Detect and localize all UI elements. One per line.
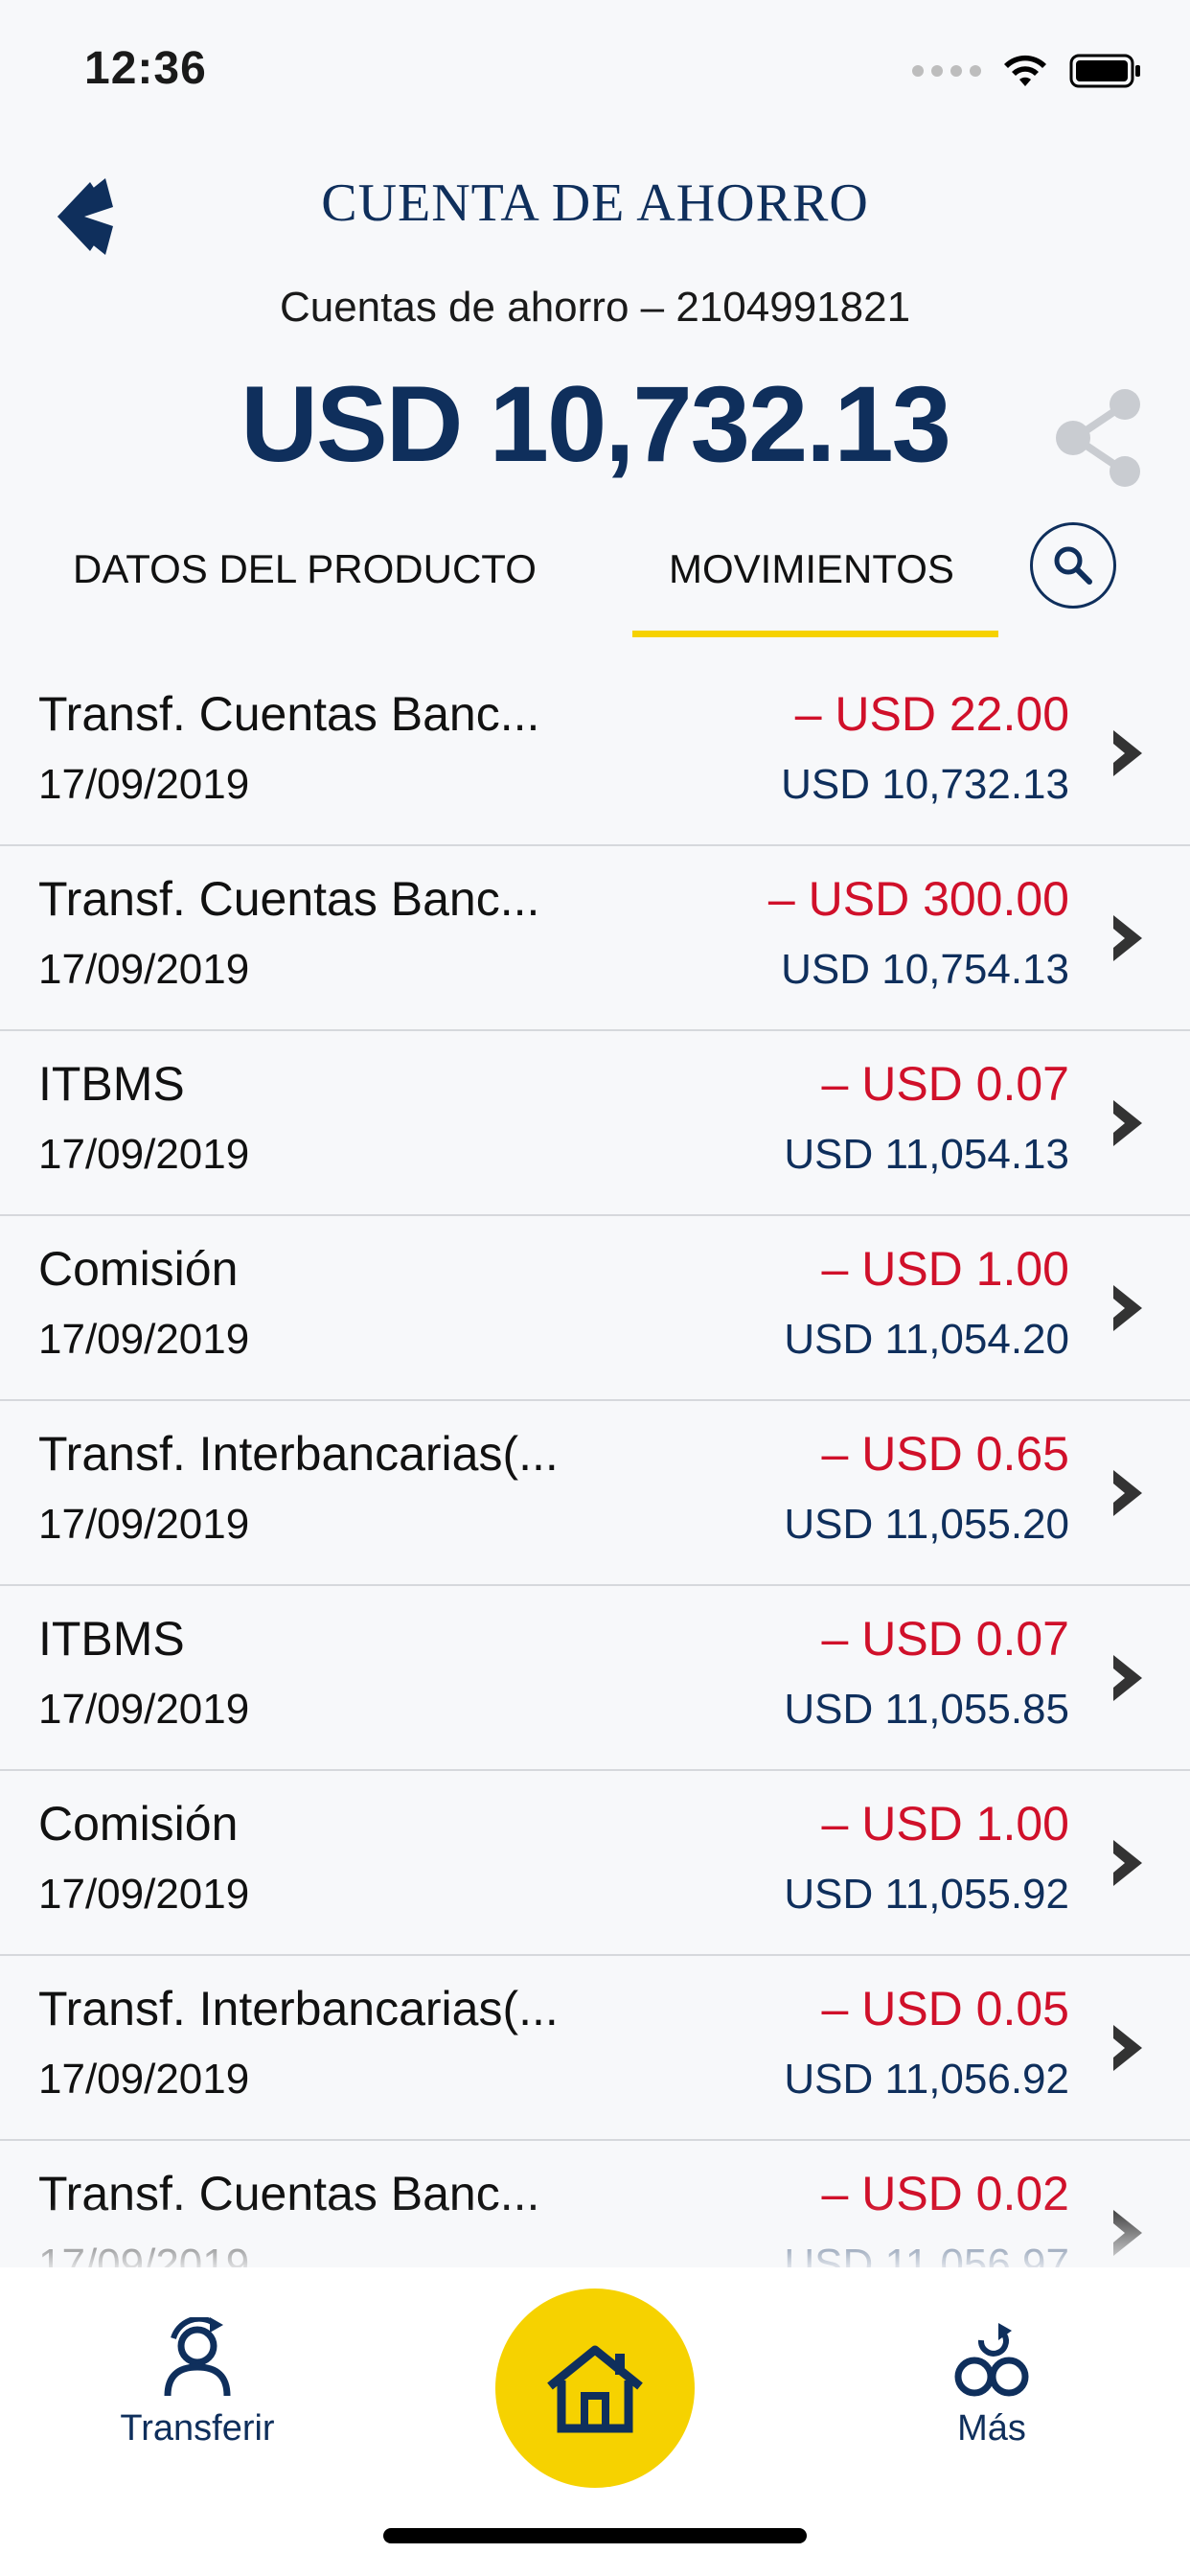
- movement-row[interactable]: Transf. Interbancarias(... 17/09/2019 – …: [0, 1956, 1190, 2141]
- signal-icon: [912, 65, 981, 77]
- chevron-right-icon: [1113, 1100, 1142, 1146]
- chevron-right-icon: [1113, 1470, 1142, 1516]
- chevron-right-icon: [1113, 915, 1142, 961]
- more-icon: [954, 2323, 1029, 2397]
- movement-amount: – USD 22.00: [794, 687, 1069, 741]
- movement-row[interactable]: Transf. Interbancarias(... 17/09/2019 – …: [0, 1401, 1190, 1586]
- chevron-right-icon: [1113, 730, 1142, 776]
- tab-bar: DATOS DEL PRODUCTO MOVIMIENTOS: [0, 498, 1190, 638]
- movement-description: Transf. Cuentas Banc...: [38, 872, 540, 926]
- movement-balance: USD 11,056.97: [784, 2241, 1069, 2267]
- movement-amount: – USD 0.65: [821, 1427, 1069, 1481]
- status-bar: 12:36: [0, 0, 1190, 144]
- movement-amount: – USD 0.07: [821, 1057, 1069, 1111]
- transfer-user-icon: [164, 2315, 231, 2397]
- movement-description: Transf. Cuentas Banc...: [38, 2167, 540, 2220]
- movement-date: 17/09/2019: [38, 2056, 250, 2103]
- nav-transferir[interactable]: Transferir: [82, 2315, 312, 2450]
- movement-row[interactable]: ITBMS 17/09/2019 – USD 0.07 USD 11,054.1…: [0, 1031, 1190, 1216]
- tab-datos-del-producto[interactable]: DATOS DEL PRODUCTO: [73, 546, 537, 592]
- movement-description: Comisión: [38, 1242, 239, 1296]
- movement-balance: USD 11,054.20: [784, 1316, 1069, 1363]
- movement-date: 17/09/2019: [38, 761, 250, 808]
- active-tab-indicator: [632, 631, 998, 637]
- movement-description: ITBMS: [38, 1612, 185, 1666]
- movement-row[interactable]: Transf. Cuentas Banc... 17/09/2019 – USD…: [0, 846, 1190, 1031]
- movement-balance: USD 11,054.13: [784, 1131, 1069, 1178]
- chevron-right-icon: [1113, 2210, 1142, 2256]
- movement-amount: – USD 1.00: [821, 1797, 1069, 1851]
- movement-date: 17/09/2019: [38, 2241, 250, 2267]
- home-indicator: [383, 2528, 807, 2543]
- movement-balance: USD 11,055.20: [784, 1501, 1069, 1548]
- movement-balance: USD 11,055.85: [784, 1686, 1069, 1733]
- chevron-right-icon: [1113, 1840, 1142, 1886]
- movement-date: 17/09/2019: [38, 946, 250, 993]
- chevron-right-icon: [1113, 1285, 1142, 1331]
- account-subtitle: Cuentas de ahorro – 2104991821: [279, 284, 911, 331]
- movement-date: 17/09/2019: [38, 1316, 250, 1363]
- chevron-right-icon: [1113, 2025, 1142, 2071]
- movement-description: Comisión: [38, 1797, 239, 1851]
- movement-row[interactable]: Comisión 17/09/2019 – USD 1.00 USD 11,05…: [0, 1771, 1190, 1956]
- wifi-icon: [1004, 55, 1046, 86]
- status-icons: [912, 54, 1142, 88]
- chevron-right-icon: [1113, 1655, 1142, 1701]
- movement-balance: USD 11,056.92: [784, 2056, 1069, 2103]
- movement-date: 17/09/2019: [38, 1501, 250, 1548]
- movement-date: 17/09/2019: [38, 1131, 250, 1178]
- movement-amount: – USD 1.00: [821, 1242, 1069, 1296]
- movement-balance: USD 11,055.92: [784, 1871, 1069, 1918]
- movement-amount: – USD 0.07: [821, 1612, 1069, 1666]
- movement-balance: USD 10,732.13: [781, 761, 1069, 808]
- movement-row[interactable]: Comisión 17/09/2019 – USD 1.00 USD 11,05…: [0, 1216, 1190, 1401]
- nav-transferir-label: Transferir: [120, 2408, 275, 2449]
- movement-row[interactable]: Transf. Cuentas Banc... 17/09/2019 – USD…: [0, 661, 1190, 846]
- account-balance: USD 10,732.13: [240, 364, 951, 484]
- battery-icon: [1069, 54, 1140, 88]
- movement-row[interactable]: Transf. Cuentas Banc... 17/09/2019 – USD…: [0, 2141, 1190, 2267]
- movement-description: ITBMS: [38, 1057, 185, 1111]
- movement-amount: – USD 0.02: [821, 2167, 1069, 2220]
- movement-amount: – USD 0.05: [821, 1982, 1069, 2036]
- movement-amount: – USD 300.00: [767, 872, 1069, 926]
- movement-date: 17/09/2019: [38, 1686, 250, 1733]
- movement-description: Transf. Interbancarias(...: [38, 1427, 559, 1481]
- movement-balance: USD 10,754.13: [781, 946, 1069, 993]
- movement-description: Transf. Interbancarias(...: [38, 1982, 559, 2036]
- share-icon: [1056, 389, 1140, 487]
- tab-movimientos[interactable]: MOVIMIENTOS: [669, 546, 954, 592]
- search-button[interactable]: [1030, 522, 1116, 609]
- nav-mas-label: Más: [957, 2408, 1026, 2449]
- movement-row[interactable]: ITBMS 17/09/2019 – USD 0.07 USD 11,055.8…: [0, 1586, 1190, 1771]
- home-icon: [547, 2345, 643, 2433]
- home-button[interactable]: [495, 2288, 695, 2488]
- search-icon: [1054, 546, 1092, 585]
- page-title: CUENTA DE AHORRO: [321, 173, 869, 233]
- movements-list: Transf. Cuentas Banc... 17/09/2019 – USD…: [0, 661, 1190, 2267]
- movement-date: 17/09/2019: [38, 1871, 250, 1918]
- status-time: 12:36: [84, 43, 207, 94]
- nav-mas[interactable]: Más: [877, 2317, 1107, 2450]
- movement-description: Transf. Cuentas Banc...: [38, 687, 540, 741]
- share-button[interactable]: [1048, 385, 1154, 491]
